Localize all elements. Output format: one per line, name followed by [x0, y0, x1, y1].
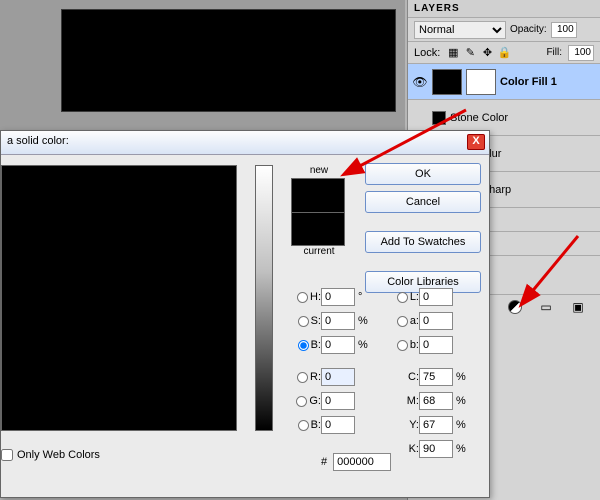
layer-row-color-fill-1[interactable]: 👁 Color Fill 1 [408, 64, 600, 100]
dialog-title-text: a solid color: [7, 135, 69, 147]
adjustment-layer-icon[interactable] [508, 300, 522, 314]
visibility-icon[interactable]: 👁 [412, 75, 428, 89]
input-b-hsb[interactable] [321, 336, 355, 354]
lock-all-icon[interactable]: 🔒 [497, 46, 511, 60]
unit-c: % [453, 371, 469, 383]
web-colors-row: Only Web Colors [1, 449, 100, 461]
label-b-hsb: B: [311, 339, 321, 351]
layers-blend-row: Normal Opacity: [408, 18, 600, 42]
document-canvas-area [0, 0, 405, 130]
fill-input[interactable] [568, 45, 594, 61]
close-icon[interactable]: X [467, 134, 485, 150]
input-h[interactable] [321, 288, 355, 306]
layer-thumb[interactable] [432, 111, 446, 125]
dialog-titlebar[interactable]: a solid color: X [1, 131, 489, 155]
radio-h[interactable] [297, 292, 308, 303]
ok-button[interactable]: OK [365, 163, 481, 185]
unit-y: % [453, 419, 469, 431]
label-y: Y: [409, 419, 419, 431]
label-s: S: [311, 315, 321, 327]
label-r: R: [310, 371, 321, 383]
label-b-lab: b: [410, 339, 419, 351]
hex-label: # [321, 456, 327, 468]
lock-icons: ▦ ✎ ✥ 🔒 [446, 46, 511, 60]
cancel-button[interactable]: Cancel [365, 191, 481, 213]
folder-icon[interactable]: ▭ [538, 299, 554, 315]
radio-r[interactable] [297, 372, 308, 383]
layer-name: Color Fill 1 [500, 76, 557, 88]
radio-l[interactable] [397, 292, 408, 303]
label-g: G: [309, 395, 321, 407]
input-r[interactable] [321, 368, 355, 386]
input-b-rgb[interactable] [321, 416, 355, 434]
lock-transparency-icon[interactable]: ▦ [446, 46, 460, 60]
document-canvas[interactable] [61, 9, 396, 112]
radio-g[interactable] [296, 396, 307, 407]
color-picker-dialog: a solid color: X new current OK Cancel A… [0, 130, 490, 498]
label-k: K: [409, 443, 419, 455]
input-y[interactable] [419, 416, 453, 434]
input-s[interactable] [321, 312, 355, 330]
add-to-swatches-button[interactable]: Add To Swatches [365, 231, 481, 253]
radio-b-rgb[interactable] [298, 420, 309, 431]
input-a[interactable] [419, 312, 453, 330]
lock-paint-icon[interactable]: ✎ [463, 46, 477, 60]
radio-b-hsb[interactable] [298, 340, 309, 351]
radio-b-lab[interactable] [397, 340, 408, 351]
radio-a[interactable] [397, 316, 408, 327]
unit-k: % [453, 443, 469, 455]
web-colors-label: Only Web Colors [17, 449, 100, 461]
label-m: M: [407, 395, 419, 407]
layer-name: Stone Color [450, 112, 508, 124]
input-k[interactable] [419, 440, 453, 458]
swatch-current[interactable] [291, 212, 345, 246]
input-g[interactable] [321, 392, 355, 410]
input-m[interactable] [419, 392, 453, 410]
opacity-input[interactable] [551, 22, 577, 38]
swatch-preview: new current [291, 165, 347, 257]
swatch-current-label: current [291, 246, 347, 257]
label-b-rgb: B: [311, 419, 321, 431]
unit-m: % [453, 395, 469, 407]
swatch-new-label: new [291, 165, 347, 176]
label-a: a: [410, 315, 419, 327]
opacity-label: Opacity: [510, 24, 547, 35]
unit-s: % [355, 315, 371, 327]
layers-panel-title: LAYERS [408, 0, 600, 18]
lock-label: Lock: [414, 47, 440, 59]
label-h: H: [310, 291, 321, 303]
fill-label: Fill: [546, 47, 562, 58]
unit-h: ° [355, 291, 371, 303]
blend-mode-select[interactable]: Normal [414, 21, 506, 39]
label-c: C: [408, 371, 419, 383]
input-b-lab[interactable] [419, 336, 453, 354]
lock-move-icon[interactable]: ✥ [480, 46, 494, 60]
radio-s[interactable] [298, 316, 309, 327]
color-field[interactable] [1, 165, 237, 431]
label-l: L: [410, 291, 419, 303]
web-colors-checkbox[interactable] [1, 449, 13, 461]
swatch-new [291, 178, 345, 212]
input-l[interactable] [419, 288, 453, 306]
layer-mask-thumb[interactable] [466, 69, 496, 95]
hue-slider[interactable] [255, 165, 273, 431]
unit-b-hsb: % [355, 339, 371, 351]
color-values-grid: H: ° L: S: % a: B: % b: R: C: [287, 285, 483, 461]
layer-thumb[interactable] [432, 69, 462, 95]
input-c[interactable] [419, 368, 453, 386]
input-hex[interactable] [333, 453, 391, 471]
new-layer-icon[interactable]: ▣ [570, 299, 586, 315]
layers-lock-row: Lock: ▦ ✎ ✥ 🔒 Fill: [408, 42, 600, 64]
